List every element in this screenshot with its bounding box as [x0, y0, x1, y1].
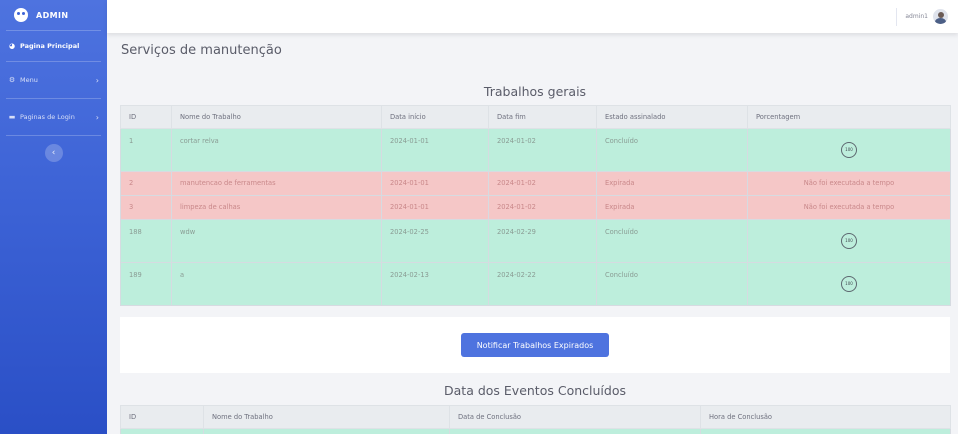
cell-percent: 100: [747, 262, 951, 306]
dashboard-icon: ◕: [8, 42, 16, 50]
cell-end: 2024-02-29: [488, 219, 597, 263]
table-row: 2 manutencao de ferramentas 2024-01-01 2…: [120, 171, 951, 196]
table-row: [120, 428, 951, 434]
progress-circle: 100: [841, 276, 857, 292]
cell-start: 2024-01-01: [381, 128, 489, 172]
progress-circle: 100: [841, 233, 857, 249]
sidebar-toggle-button[interactable]: ‹: [44, 144, 63, 162]
cell-name: manutencao de ferramentas: [171, 171, 382, 196]
cell-id: 1: [120, 128, 172, 172]
cell-name: cortar relva: [171, 128, 382, 172]
cell-status: Concluído: [596, 219, 748, 263]
completed-events-table-card: ID Nome do Trabalho Data de Conclusão Ho…: [120, 405, 951, 434]
cell-percent: 100: [747, 219, 951, 263]
column-header: Porcentagem: [747, 105, 951, 129]
column-header: Hora de Conclusão: [700, 405, 951, 429]
completed-events-table: ID Nome do Trabalho Data de Conclusão Ho…: [120, 405, 951, 434]
cell: [203, 428, 450, 434]
cell-end: 2024-01-02: [488, 128, 597, 172]
cell-start: 2024-02-25: [381, 219, 489, 263]
folder-icon: ▬: [8, 113, 16, 121]
page-title: Serviços de manutenção: [121, 43, 282, 58]
cell-status: Expirada: [596, 195, 748, 220]
sidebar-item-label: Menu: [20, 76, 38, 84]
column-header: Data de Conclusão: [449, 405, 701, 429]
cell-name: wdw: [171, 219, 382, 263]
sidebar-divider: [6, 135, 101, 136]
cell-percent: 100: [747, 128, 951, 172]
cell-id: 188: [120, 219, 172, 263]
completed-events-title: Data dos Eventos Concluídos: [444, 383, 626, 398]
cell-id: 2: [120, 171, 172, 196]
sidebar-item-paginas-de-login[interactable]: ▬ Paginas de Login ›: [0, 99, 107, 135]
cell-end: 2024-01-02: [488, 195, 597, 220]
sidebar-item-menu[interactable]: ⚙ Menu ›: [0, 62, 107, 98]
cell-percent: Não foi executada a tempo: [747, 195, 951, 220]
table-row: 188 wdw 2024-02-25 2024-02-29 Concluído …: [120, 219, 951, 263]
cell: [449, 428, 701, 434]
sidebar-item-label: Pagina Principal: [20, 42, 80, 50]
avatar[interactable]: [933, 9, 948, 24]
column-header: Nome do Trabalho: [203, 405, 450, 429]
gear-icon: ⚙: [8, 76, 16, 84]
chevron-right-icon: ›: [95, 112, 99, 122]
general-jobs-table-card: ID Nome do Trabalho Data início Data fim…: [120, 105, 951, 306]
brand[interactable]: ADMIN: [0, 0, 107, 30]
notify-expired-jobs-button[interactable]: Notificar Trabalhos Expirados: [461, 333, 609, 357]
cell-start: 2024-02-13: [381, 262, 489, 306]
laugh-wink-icon: [14, 8, 28, 22]
cell-id: 189: [120, 262, 172, 306]
general-jobs-table: ID Nome do Trabalho Data início Data fim…: [120, 105, 951, 306]
chevron-left-icon: ‹: [51, 148, 56, 158]
cell-name: a: [171, 262, 382, 306]
table-row: 3 limpeza de calhas 2024-01-01 2024-01-0…: [120, 195, 951, 220]
table-row: 189 a 2024-02-13 2024-02-22 Concluído 10…: [120, 262, 951, 306]
column-header: Data início: [381, 105, 489, 129]
column-header: Nome do Trabalho: [171, 105, 382, 129]
progress-circle: 100: [841, 142, 857, 158]
cell-status: Concluído: [596, 128, 748, 172]
chevron-right-icon: ›: [95, 75, 99, 85]
user-name[interactable]: admin1: [905, 13, 928, 20]
column-header: ID: [120, 405, 204, 429]
cell-end: 2024-02-22: [488, 262, 597, 306]
brand-name: ADMIN: [36, 10, 69, 20]
sidebar: ADMIN ◕ Pagina Principal ⚙ Menu › ▬ Pagi…: [0, 0, 107, 434]
cell: [700, 428, 951, 434]
cell-end: 2024-01-02: [488, 171, 597, 196]
cell-start: 2024-01-01: [381, 195, 489, 220]
cell: [120, 428, 204, 434]
table-header-row: ID Nome do Trabalho Data de Conclusão Ho…: [120, 405, 951, 429]
table-row: 1 cortar relva 2024-01-01 2024-01-02 Con…: [120, 128, 951, 172]
sidebar-item-pagina-principal[interactable]: ◕ Pagina Principal: [0, 31, 107, 61]
notify-card: Notificar Trabalhos Expirados: [120, 317, 950, 373]
cell-start: 2024-01-01: [381, 171, 489, 196]
column-header: Estado assinalado: [596, 105, 748, 129]
cell-status: Expirada: [596, 171, 748, 196]
cell-percent: Não foi executada a tempo: [747, 171, 951, 196]
table-header-row: ID Nome do Trabalho Data início Data fim…: [120, 105, 951, 129]
sidebar-item-label: Paginas de Login: [20, 113, 75, 121]
cell-name: limpeza de calhas: [171, 195, 382, 220]
general-jobs-title: Trabalhos gerais: [483, 84, 587, 99]
topbar: admin1: [107, 0, 958, 33]
topbar-divider: [896, 7, 898, 26]
cell-id: 3: [120, 195, 172, 220]
column-header: Data fim: [488, 105, 597, 129]
column-header: ID: [120, 105, 172, 129]
cell-status: Concluído: [596, 262, 748, 306]
